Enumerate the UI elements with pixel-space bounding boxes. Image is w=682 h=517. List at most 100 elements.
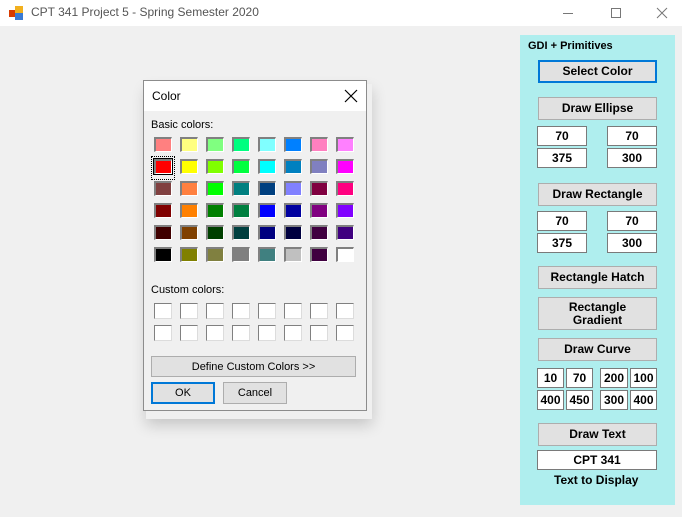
basic-color-swatch[interactable] bbox=[154, 225, 172, 240]
rectangle-x-input[interactable] bbox=[537, 211, 587, 231]
custom-color-swatch[interactable] bbox=[310, 325, 328, 341]
custom-color-swatch[interactable] bbox=[232, 303, 250, 319]
basic-color-swatch[interactable] bbox=[180, 247, 198, 262]
custom-color-swatch[interactable] bbox=[180, 303, 198, 319]
basic-color-swatch[interactable] bbox=[232, 181, 250, 196]
curve-point-input[interactable] bbox=[566, 368, 593, 388]
basic-color-swatch[interactable] bbox=[310, 225, 328, 240]
basic-color-swatch[interactable] bbox=[310, 159, 328, 174]
ellipse-y-input[interactable] bbox=[607, 126, 657, 146]
custom-color-swatch[interactable] bbox=[336, 303, 354, 319]
curve-point-input[interactable] bbox=[630, 390, 657, 410]
basic-color-swatch[interactable] bbox=[206, 137, 224, 152]
basic-color-swatch[interactable] bbox=[206, 203, 224, 218]
basic-color-swatch[interactable] bbox=[310, 137, 328, 152]
window-title: CPT 341 Project 5 - Spring Semester 2020 bbox=[31, 5, 259, 19]
basic-color-swatch[interactable] bbox=[310, 181, 328, 196]
ellipse-x-input[interactable] bbox=[537, 126, 587, 146]
custom-color-swatch[interactable] bbox=[180, 325, 198, 341]
basic-colors-label: Basic colors: bbox=[151, 119, 214, 131]
curve-point-input[interactable] bbox=[537, 390, 564, 410]
curve-point-input[interactable] bbox=[566, 390, 593, 410]
basic-color-swatch[interactable] bbox=[154, 247, 172, 262]
rectangle-height-input[interactable] bbox=[607, 233, 657, 253]
custom-color-swatch[interactable] bbox=[206, 303, 224, 319]
basic-color-swatch[interactable] bbox=[284, 203, 302, 218]
basic-color-swatch[interactable] bbox=[180, 225, 198, 240]
basic-color-swatch[interactable] bbox=[154, 137, 172, 152]
custom-color-swatch[interactable] bbox=[232, 325, 250, 341]
define-custom-colors-button[interactable]: Define Custom Colors >> bbox=[151, 356, 356, 377]
draw-text-button[interactable]: Draw Text bbox=[538, 423, 657, 446]
basic-color-swatch[interactable] bbox=[336, 225, 354, 240]
basic-color-swatch[interactable] bbox=[310, 203, 328, 218]
select-color-button[interactable]: Select Color bbox=[538, 60, 657, 83]
custom-color-swatch[interactable] bbox=[284, 303, 302, 319]
custom-color-swatch[interactable] bbox=[336, 325, 354, 341]
basic-color-swatch[interactable] bbox=[154, 203, 172, 218]
dialog-title-bar: Color bbox=[144, 81, 366, 111]
basic-color-swatch[interactable] bbox=[180, 181, 198, 196]
draw-curve-button[interactable]: Draw Curve bbox=[538, 338, 657, 361]
basic-color-swatch[interactable] bbox=[336, 159, 354, 174]
basic-color-swatch[interactable] bbox=[232, 247, 250, 262]
custom-color-swatch[interactable] bbox=[310, 303, 328, 319]
maximize-button[interactable] bbox=[593, 0, 639, 26]
custom-color-swatch[interactable] bbox=[284, 325, 302, 341]
maximize-icon bbox=[611, 8, 621, 18]
custom-color-swatch[interactable] bbox=[258, 303, 276, 319]
custom-color-swatch[interactable] bbox=[206, 325, 224, 341]
basic-color-swatch[interactable] bbox=[284, 247, 302, 262]
ok-button[interactable]: OK bbox=[151, 382, 215, 404]
curve-point-input[interactable] bbox=[630, 368, 657, 388]
basic-color-swatch[interactable] bbox=[336, 181, 354, 196]
custom-color-swatch[interactable] bbox=[258, 325, 276, 341]
basic-color-swatch[interactable] bbox=[336, 137, 354, 152]
basic-color-swatch[interactable] bbox=[258, 159, 276, 174]
draw-rectangle-button[interactable]: Draw Rectangle bbox=[538, 183, 657, 206]
minimize-icon bbox=[563, 13, 573, 14]
basic-color-swatch[interactable] bbox=[284, 181, 302, 196]
basic-color-swatch[interactable] bbox=[180, 159, 198, 174]
basic-color-swatch[interactable] bbox=[284, 225, 302, 240]
basic-color-swatch[interactable] bbox=[206, 247, 224, 262]
basic-color-swatch[interactable] bbox=[232, 203, 250, 218]
ellipse-width-input[interactable] bbox=[537, 148, 587, 168]
basic-color-swatch[interactable] bbox=[154, 181, 172, 196]
basic-color-swatch[interactable] bbox=[232, 159, 250, 174]
basic-color-swatch[interactable] bbox=[310, 247, 328, 262]
custom-color-swatch[interactable] bbox=[154, 325, 172, 341]
draw-ellipse-button[interactable]: Draw Ellipse bbox=[538, 97, 657, 120]
basic-color-swatch[interactable] bbox=[258, 137, 276, 152]
basic-color-swatch[interactable] bbox=[180, 203, 198, 218]
basic-color-swatch[interactable] bbox=[336, 203, 354, 218]
custom-color-swatch[interactable] bbox=[154, 303, 172, 319]
basic-color-swatch[interactable] bbox=[284, 159, 302, 174]
rectangle-hatch-button[interactable]: Rectangle Hatch bbox=[538, 266, 657, 289]
close-button[interactable] bbox=[639, 0, 682, 26]
rectangle-y-input[interactable] bbox=[607, 211, 657, 231]
basic-color-swatch[interactable] bbox=[206, 225, 224, 240]
basic-color-swatch[interactable] bbox=[232, 137, 250, 152]
rectangle-gradient-button[interactable]: Rectangle Gradient bbox=[538, 297, 657, 330]
curve-point-input[interactable] bbox=[600, 368, 628, 388]
basic-color-swatch[interactable] bbox=[336, 247, 354, 262]
curve-point-input[interactable] bbox=[537, 368, 564, 388]
rectangle-width-input[interactable] bbox=[537, 233, 587, 253]
dialog-close-button[interactable] bbox=[342, 87, 360, 105]
basic-color-swatch[interactable] bbox=[206, 181, 224, 196]
basic-color-swatch[interactable] bbox=[258, 225, 276, 240]
close-icon bbox=[344, 89, 358, 103]
basic-color-swatch[interactable] bbox=[258, 203, 276, 218]
ellipse-height-input[interactable] bbox=[607, 148, 657, 168]
basic-color-swatch[interactable] bbox=[180, 137, 198, 152]
display-text-input[interactable] bbox=[537, 450, 657, 470]
basic-color-swatch[interactable] bbox=[284, 137, 302, 152]
minimize-button[interactable] bbox=[545, 0, 591, 26]
basic-color-swatch[interactable] bbox=[258, 247, 276, 262]
cancel-button[interactable]: Cancel bbox=[223, 382, 287, 404]
basic-color-swatch[interactable] bbox=[258, 181, 276, 196]
curve-point-input[interactable] bbox=[600, 390, 628, 410]
basic-color-swatch[interactable] bbox=[232, 225, 250, 240]
basic-color-swatch[interactable] bbox=[206, 159, 224, 174]
